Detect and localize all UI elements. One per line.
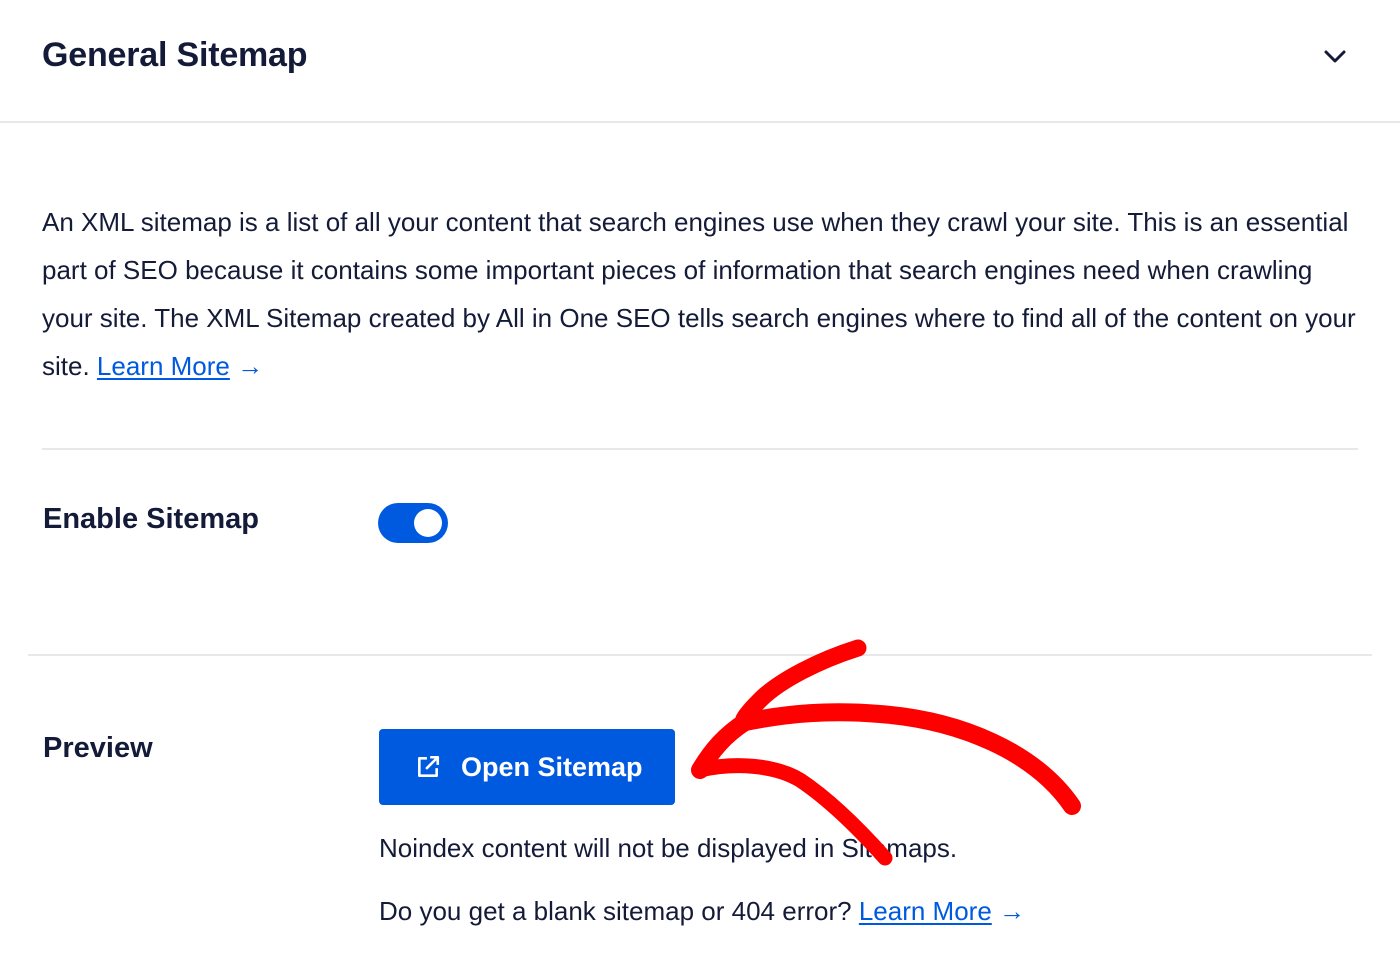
arrow-right-icon: → — [237, 351, 264, 381]
open-sitemap-button-label: Open Sitemap — [461, 751, 643, 782]
panel-header[interactable]: General Sitemap — [0, 0, 1400, 123]
enable-sitemap-label: Enable Sitemap — [43, 503, 259, 535]
learn-more-link[interactable]: Learn More — [97, 351, 230, 381]
red-arrow-annotation — [691, 639, 1081, 866]
help-learn-more-link[interactable]: Learn More — [859, 896, 992, 926]
external-link-icon — [418, 755, 440, 777]
sitemap-description: An XML sitemap is a list of all your con… — [42, 198, 1362, 390]
help-text: Do you get a blank sitemap or 404 error?… — [379, 896, 1025, 927]
section-divider — [28, 654, 1372, 656]
chevron-down-icon[interactable] — [1318, 40, 1352, 74]
toggle-knob — [414, 509, 442, 537]
panel-title: General Sitemap — [42, 36, 308, 74]
help-question: Do you get a blank sitemap or 404 error? — [379, 896, 859, 926]
open-sitemap-button[interactable]: Open Sitemap — [379, 729, 675, 805]
preview-label: Preview — [43, 732, 153, 764]
section-divider — [42, 448, 1358, 450]
general-sitemap-panel: General Sitemap An XML sitemap is a list… — [0, 0, 1400, 969]
enable-sitemap-toggle[interactable] — [378, 503, 448, 543]
arrow-right-icon: → — [999, 896, 1026, 926]
noindex-note: Noindex content will not be displayed in… — [379, 833, 958, 863]
